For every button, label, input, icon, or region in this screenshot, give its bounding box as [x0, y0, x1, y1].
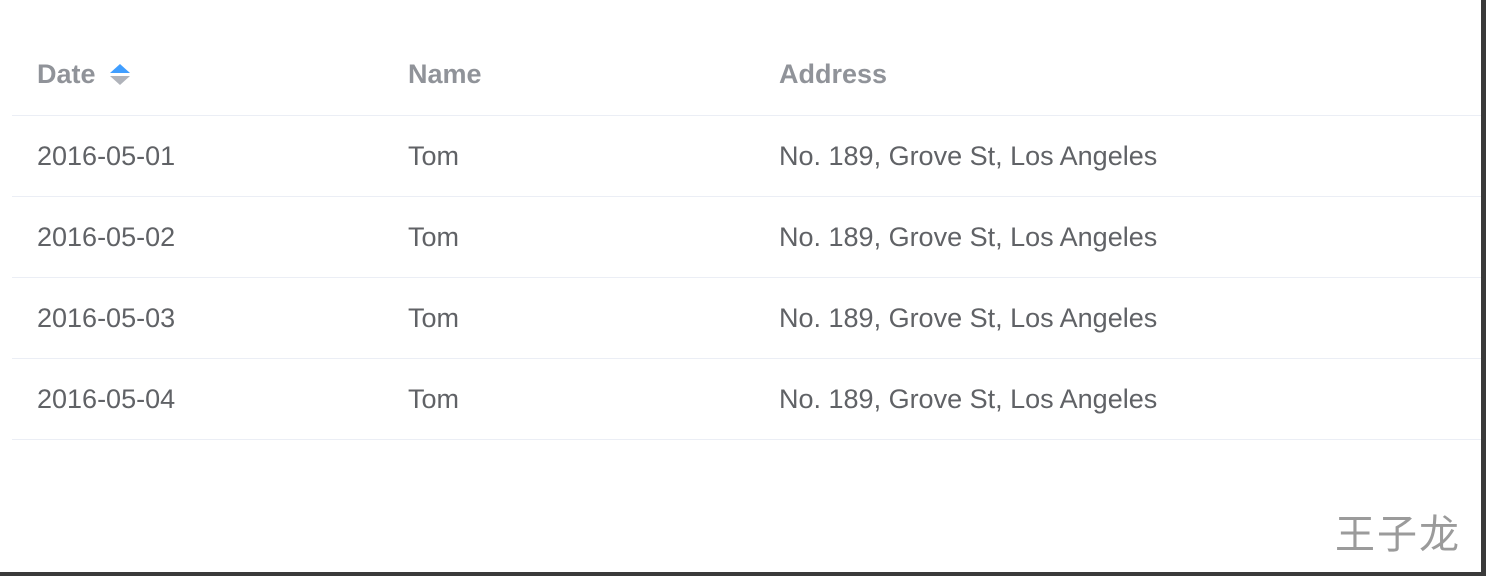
header-date[interactable]: Date	[37, 34, 130, 115]
table-row[interactable]: 2016-05-04 Tom No. 189, Grove St, Los An…	[12, 359, 1481, 440]
header-name-label: Name	[408, 59, 482, 89]
cell-name: Tom	[408, 383, 460, 414]
cell-name: Tom	[408, 140, 460, 171]
cell-address: No. 189, Grove St, Los Angeles	[779, 221, 1158, 252]
cell-address: No. 189, Grove St, Los Angeles	[779, 302, 1158, 333]
header-name: Name	[408, 34, 482, 115]
sort-caret-icon[interactable]	[109, 60, 130, 90]
table-row[interactable]: 2016-05-01 Tom No. 189, Grove St, Los An…	[12, 116, 1481, 197]
cell-date: 2016-05-02	[37, 221, 176, 252]
screenshot-frame: Date Name Address 2016-05-01 Tom No. 189…	[0, 0, 1481, 572]
cell-name: Tom	[408, 221, 460, 252]
header-address-label: Address	[779, 59, 888, 89]
cell-address: No. 189, Grove St, Los Angeles	[779, 383, 1158, 414]
table-header-row: Date Name Address	[12, 34, 1481, 116]
cell-date: 2016-05-03	[37, 302, 176, 333]
header-address: Address	[779, 34, 887, 115]
cell-address: No. 189, Grove St, Los Angeles	[779, 140, 1158, 171]
data-table: Date Name Address 2016-05-01 Tom No. 189…	[12, 34, 1481, 440]
header-date-label: Date	[37, 59, 96, 89]
cell-date: 2016-05-04	[37, 383, 176, 414]
table-row[interactable]: 2016-05-03 Tom No. 189, Grove St, Los An…	[12, 278, 1481, 359]
sort-descending-icon[interactable]	[109, 76, 130, 85]
cell-name: Tom	[408, 302, 460, 333]
sort-ascending-icon[interactable]	[109, 64, 130, 73]
table-row[interactable]: 2016-05-02 Tom No. 189, Grove St, Los An…	[12, 197, 1481, 278]
cell-date: 2016-05-01	[37, 140, 176, 171]
watermark-text: 王子龙	[1335, 512, 1461, 558]
